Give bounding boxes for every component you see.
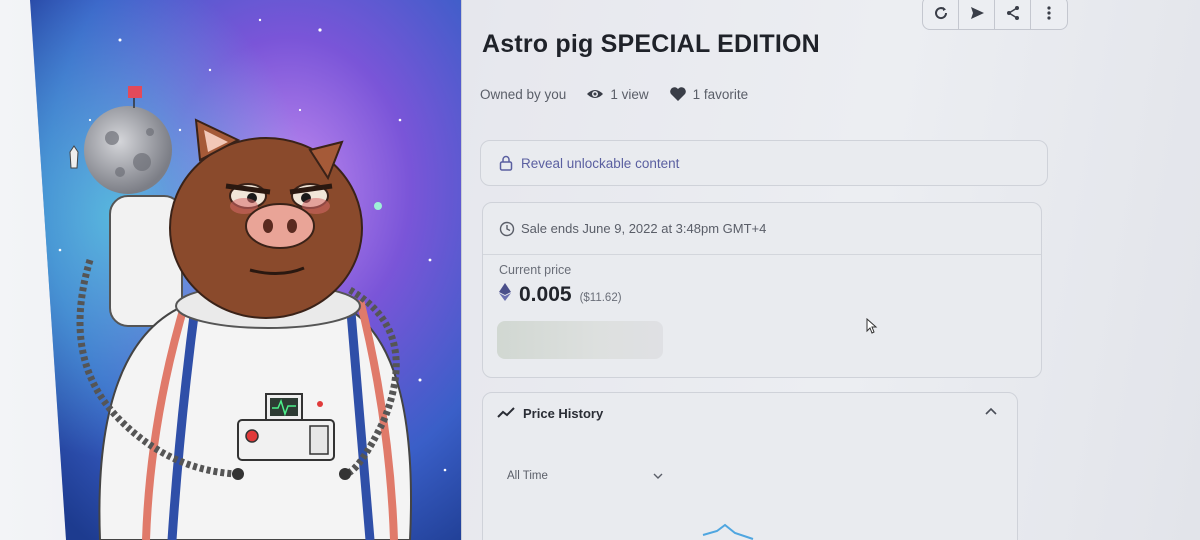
item-detail-panel: Astro pig SPECIAL EDITION Owned by you 1… xyxy=(462,0,1200,540)
item-title: Astro pig SPECIAL EDITION xyxy=(482,30,820,58)
sale-header: Sale ends June 9, 2022 at 3:48pm GMT+4 xyxy=(483,203,1041,255)
price-usd: ($11.62) xyxy=(579,292,622,304)
time-range-select[interactable]: All Time xyxy=(497,461,673,491)
clock-icon xyxy=(499,221,515,236)
views-label: 1 view xyxy=(610,86,649,102)
eye-icon xyxy=(587,90,604,98)
views-count: 1 view xyxy=(586,86,649,102)
price-history-card: Price History All Time xyxy=(482,392,1018,540)
share-icon[interactable] xyxy=(995,0,1031,29)
reveal-unlockable-link[interactable]: Reveal unlockable content xyxy=(521,156,679,171)
send-icon[interactable] xyxy=(959,0,995,29)
price-history-chart xyxy=(702,523,754,540)
buy-now-button[interactable] xyxy=(497,321,663,359)
price-value: 0.005 xyxy=(519,283,572,306)
owner-label[interactable]: Owned by you xyxy=(480,87,566,102)
item-meta: Owned by you 1 view 1 favorite xyxy=(480,86,762,102)
price-history-title: Price History xyxy=(523,405,604,421)
ethereum-icon xyxy=(499,283,511,301)
item-toolbar xyxy=(922,0,1068,30)
unlockable-content-card[interactable]: Reveal unlockable content xyxy=(480,140,1048,186)
current-price-label: Current price xyxy=(499,263,572,277)
more-icon[interactable] xyxy=(1031,0,1067,29)
price-history-header[interactable]: Price History xyxy=(483,393,1017,433)
sale-ends-text: Sale ends June 9, 2022 at 3:48pm GMT+4 xyxy=(521,221,767,236)
sale-card: Sale ends June 9, 2022 at 3:48pm GMT+4 C… xyxy=(482,202,1042,378)
favorites-count[interactable]: 1 favorite xyxy=(669,86,749,102)
favorites-label: 1 favorite xyxy=(692,86,749,102)
nft-artwork[interactable] xyxy=(0,0,462,540)
mouse-cursor-icon xyxy=(866,318,878,334)
trend-line-icon xyxy=(497,407,515,418)
chevron-down-icon xyxy=(653,473,663,479)
heart-icon xyxy=(669,87,686,101)
time-range-value: All Time xyxy=(507,470,548,482)
refresh-icon[interactable] xyxy=(923,0,959,29)
price-row: 0.005 ($11.62) xyxy=(499,283,622,307)
lock-icon xyxy=(499,155,513,171)
chevron-up-icon[interactable] xyxy=(985,407,997,415)
